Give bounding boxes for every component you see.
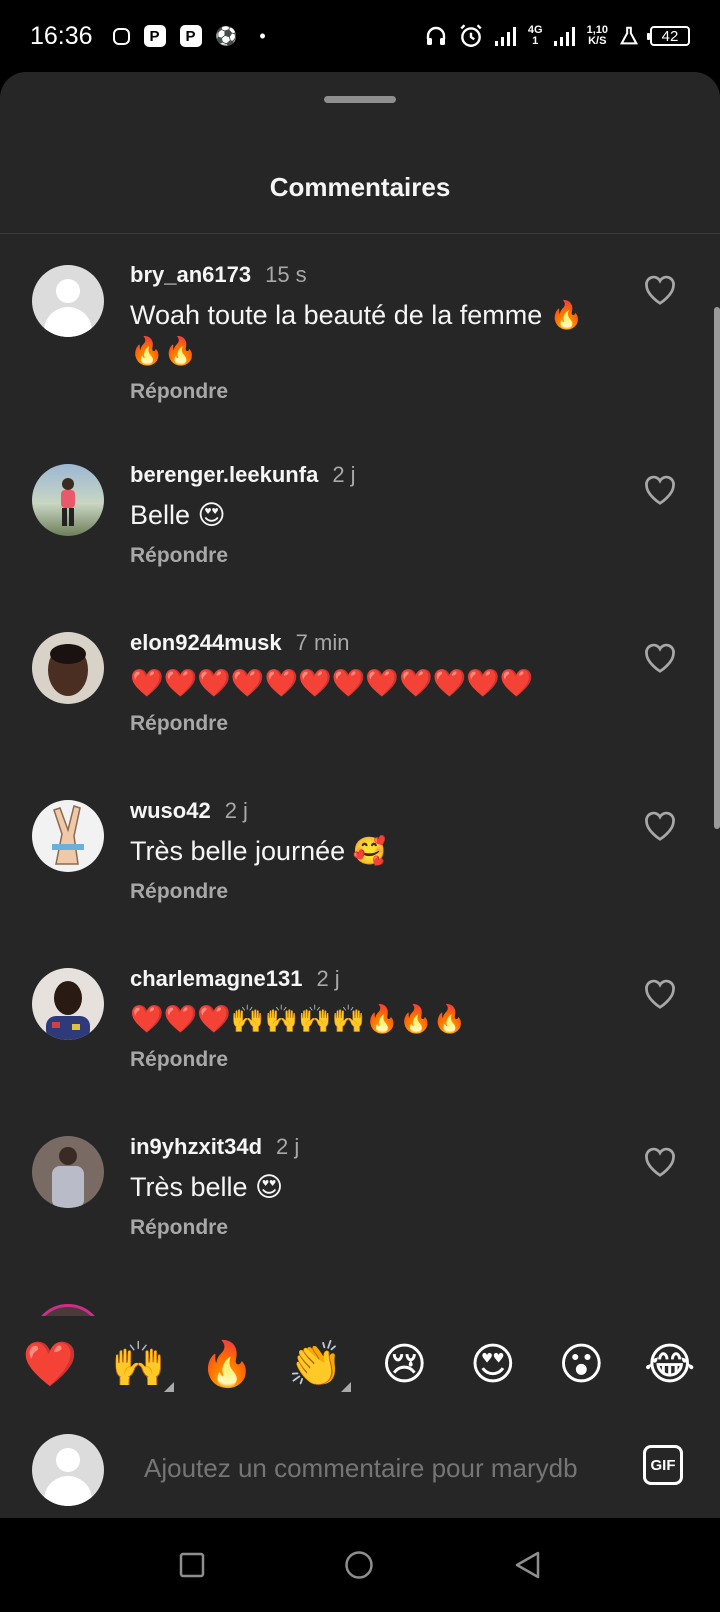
heart-outline-icon[interactable] bbox=[642, 976, 678, 1010]
circle-icon[interactable] bbox=[344, 1550, 374, 1580]
comment-text: Très belle journée 🥰 bbox=[130, 836, 387, 866]
reply-button[interactable]: Répondre bbox=[130, 1216, 228, 1240]
username-text[interactable]: in9yhzxit34d bbox=[130, 1134, 262, 1159]
username-text[interactable]: elon9244musk bbox=[130, 630, 282, 655]
scrollbar[interactable] bbox=[714, 307, 720, 829]
comment-time: 7 min bbox=[295, 630, 350, 655]
comment-time: 2 j bbox=[276, 1134, 300, 1159]
heart-outline-icon[interactable] bbox=[642, 640, 678, 674]
emoji-surprised[interactable]: 😮 bbox=[546, 1339, 616, 1390]
emoji-clap[interactable]: 👏 bbox=[281, 1338, 351, 1392]
avatar[interactable] bbox=[32, 1136, 104, 1208]
comment-input[interactable] bbox=[144, 1448, 610, 1488]
dot-icon: • bbox=[259, 25, 266, 46]
square-icon[interactable] bbox=[179, 1552, 205, 1578]
status-bar: 16:36 P P ⚽ • 4G 1 1,10 K/S 42 bbox=[0, 0, 720, 72]
battery-icon: 42 bbox=[647, 26, 690, 46]
heart-outline-icon[interactable] bbox=[642, 272, 678, 306]
comment-text: Très belle 😍 bbox=[130, 1172, 284, 1202]
avatar[interactable] bbox=[32, 800, 104, 872]
comment-composer: GIF bbox=[0, 1418, 720, 1518]
flask-icon bbox=[619, 26, 639, 45]
avatar[interactable] bbox=[32, 968, 104, 1040]
status-time: 16:36 bbox=[30, 21, 93, 50]
comment-username[interactable]: wuso42 2 j bbox=[130, 798, 248, 824]
emoji-crying[interactable]: 😢 bbox=[369, 1339, 439, 1390]
headphones-icon bbox=[426, 26, 446, 45]
skin-tone-indicator bbox=[340, 1382, 351, 1392]
comment-username[interactable]: bry_an6173 15 s bbox=[130, 262, 307, 288]
comment-text: Woah toute la beauté de la femme 🔥🔥🔥 bbox=[130, 300, 584, 366]
comment-time: 2 j bbox=[316, 966, 340, 991]
app-p-icon-2: P bbox=[179, 25, 202, 47]
comments-list[interactable]: bry_an6173 15 s Woah toute la beauté de l… bbox=[0, 234, 720, 1390]
heart-outline-icon[interactable] bbox=[642, 472, 678, 506]
comment-text: Belle 😍 bbox=[130, 500, 226, 530]
avatar-hand bbox=[52, 805, 84, 865]
composer-avatar bbox=[32, 1434, 104, 1506]
soccer-ball-icon: ⚽ bbox=[215, 25, 238, 46]
comment-text: ❤️❤️❤️❤️❤️❤️❤️❤️❤️❤️❤️❤️ bbox=[130, 668, 534, 698]
reply-button[interactable]: Répondre bbox=[130, 712, 228, 736]
username-text[interactable]: berenger.leekunfa bbox=[130, 462, 318, 487]
status-right: 4G 1 1,10 K/S 42 bbox=[424, 23, 690, 49]
signal-icon-2 bbox=[553, 27, 575, 46]
comment-username[interactable]: in9yhzxit34d 2 j bbox=[130, 1134, 299, 1160]
signal-icon bbox=[494, 27, 516, 46]
avatar[interactable] bbox=[32, 632, 104, 704]
reply-button[interactable]: Répondre bbox=[130, 544, 228, 568]
gif-icon[interactable]: GIF bbox=[643, 1445, 683, 1485]
reply-button[interactable]: Répondre bbox=[130, 1048, 228, 1072]
comment-time: 2 j bbox=[332, 462, 356, 487]
emoji-heart[interactable]: ❤️ bbox=[15, 1338, 85, 1390]
comment-username[interactable]: elon9244musk 7 min bbox=[130, 630, 349, 656]
avatar[interactable] bbox=[32, 464, 104, 536]
username-text[interactable]: bry_an6173 bbox=[130, 262, 251, 287]
skin-tone-indicator bbox=[163, 1382, 174, 1392]
comment-username[interactable]: berenger.leekunfa 2 j bbox=[130, 462, 356, 488]
triangle-back-icon[interactable] bbox=[513, 1550, 541, 1580]
comments-sheet: Commentaires bry_an6173 15 s Woah toute l… bbox=[0, 72, 720, 1518]
instagram-icon bbox=[112, 27, 130, 45]
reply-button[interactable]: Répondre bbox=[130, 880, 228, 904]
status-left: 16:36 P P ⚽ • bbox=[30, 22, 274, 51]
emoji-clap-glyph: 👏 bbox=[288, 1340, 344, 1389]
sheet-title: Commentaires bbox=[269, 172, 451, 202]
system-nav-bar bbox=[0, 1518, 720, 1612]
username-text[interactable]: wuso42 bbox=[130, 798, 211, 823]
avatar[interactable] bbox=[32, 265, 104, 337]
emoji-fire[interactable]: 🔥 bbox=[192, 1338, 262, 1390]
comment-text: ❤️❤️❤️🙌🙌🙌🙌🔥🔥🔥 bbox=[130, 1004, 467, 1034]
comment-username[interactable]: charlemagne131 2 j bbox=[130, 966, 340, 992]
alarm-icon bbox=[460, 24, 482, 47]
emoji-quick-bar: ❤️ 🙌 🔥 👏 😢 😍 😮 😂 bbox=[0, 1316, 720, 1412]
avatar-figure bbox=[61, 478, 75, 526]
comment-time: 2 j bbox=[224, 798, 248, 823]
avatar-person bbox=[52, 1147, 84, 1208]
emoji-heart-eyes[interactable]: 😍 bbox=[458, 1339, 528, 1390]
network-type: 4G 1 bbox=[528, 25, 543, 47]
reply-button[interactable]: Répondre bbox=[130, 380, 228, 404]
comment-time: 15 s bbox=[265, 262, 307, 287]
app-p-icon: P bbox=[143, 25, 166, 47]
drag-handle[interactable] bbox=[324, 96, 396, 103]
speed-unit: K/S bbox=[588, 35, 607, 47]
avatar-person bbox=[46, 981, 90, 1040]
emoji-raised-hands-glyph: 🙌 bbox=[111, 1340, 167, 1389]
network-sub: 1 bbox=[532, 35, 539, 47]
heart-outline-icon[interactable] bbox=[642, 1144, 678, 1178]
network-speed: 1,10 K/S bbox=[587, 25, 608, 47]
username-text[interactable]: charlemagne131 bbox=[130, 966, 302, 991]
avatar-face bbox=[48, 644, 88, 696]
emoji-raised-hands[interactable]: 🙌 bbox=[104, 1338, 174, 1392]
heart-outline-icon[interactable] bbox=[642, 808, 678, 842]
emoji-laughing[interactable]: 😂 bbox=[635, 1339, 705, 1390]
